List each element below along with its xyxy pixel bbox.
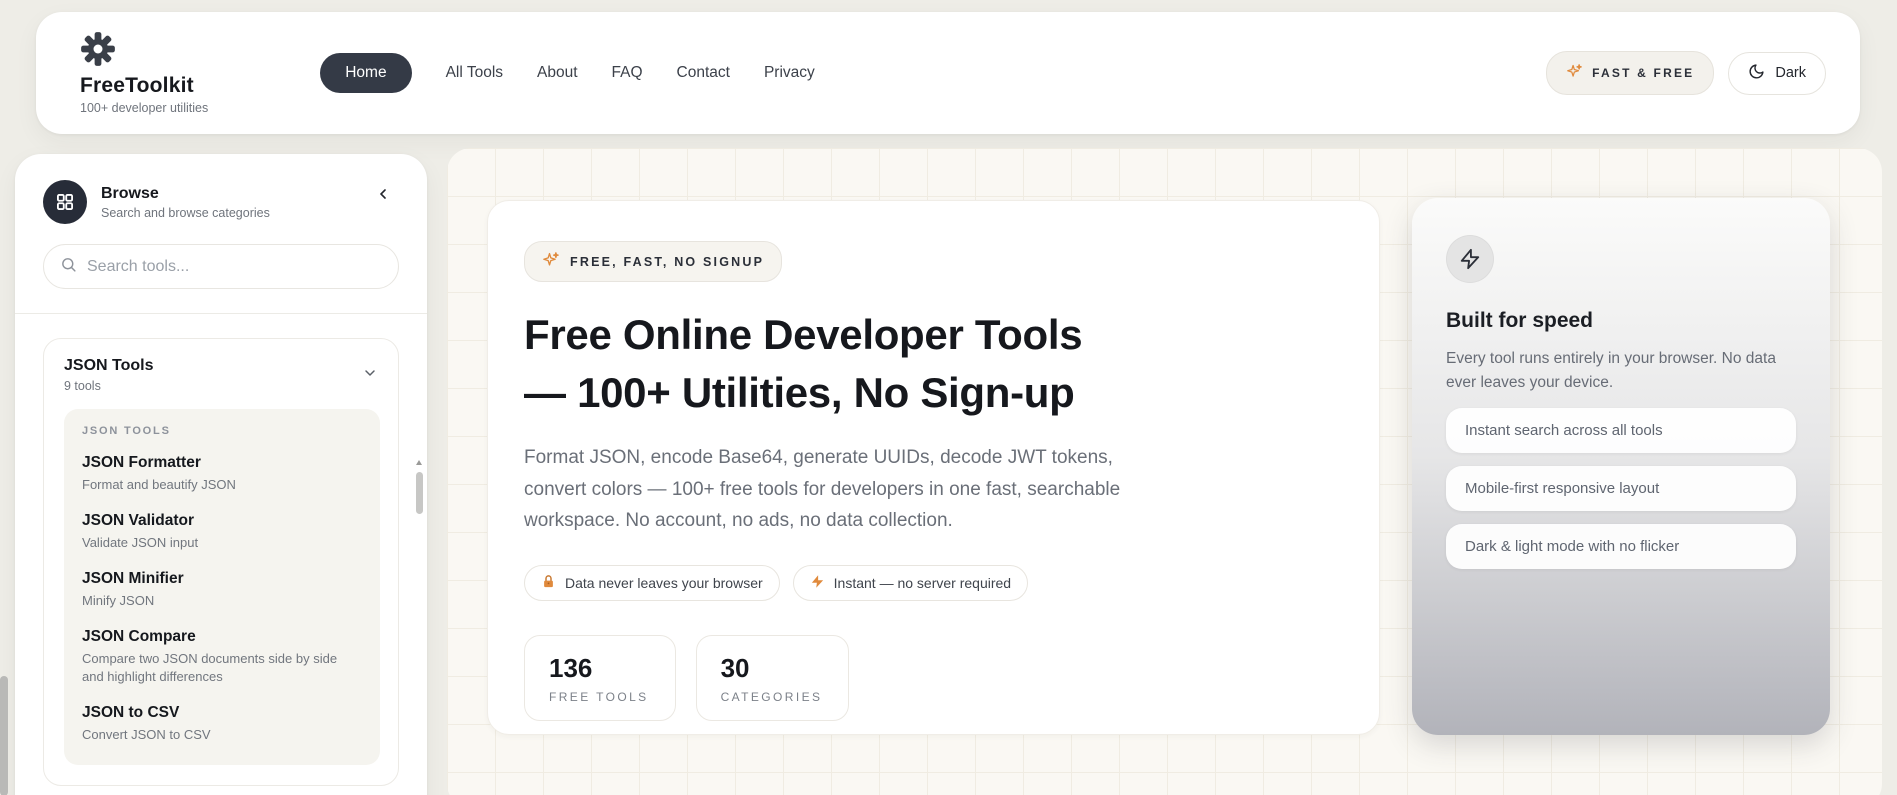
tool-group-label: JSON TOOLS [82, 425, 362, 437]
app-header: FreeToolkit 100+ developer utilities Hom… [36, 12, 1860, 134]
sparkles-icon [1566, 63, 1583, 83]
bolt-icon [810, 574, 825, 592]
window-scrollbar-thumb[interactable] [0, 676, 8, 795]
category-header[interactable]: JSON Tools 9 tools [64, 357, 380, 393]
theme-toggle-label: Dark [1775, 65, 1806, 81]
tool-item-json-to-csv[interactable]: JSON to CSV Convert JSON to CSV [82, 704, 362, 745]
tool-item-json-compare[interactable]: JSON Compare Compare two JSON documents … [82, 628, 362, 688]
hero-card: FREE, FAST, NO SIGNUP Free Online Develo… [487, 200, 1380, 735]
feature-mobile-first: Mobile-first responsive layout [1446, 466, 1796, 511]
category-count: 9 tools [64, 379, 154, 393]
page-title: Free Online Developer Tools — 100+ Utili… [524, 306, 1335, 422]
browse-subtitle: Search and browse categories [101, 206, 270, 220]
brand-name: FreeToolkit [80, 74, 208, 98]
speed-card-description: Every tool runs entirely in your browser… [1446, 347, 1791, 395]
tool-group-panel: JSON TOOLS JSON Formatter Format and bea… [64, 409, 380, 765]
speed-card-title: Built for speed [1446, 309, 1792, 333]
tool-item-json-formatter[interactable]: JSON Formatter Format and beautify JSON [82, 454, 362, 495]
browse-header: Browse Search and browse categories [43, 180, 399, 224]
chevron-down-icon [362, 365, 378, 386]
gear-icon [80, 31, 208, 72]
moon-icon [1748, 63, 1765, 84]
fast-free-label: FAST & FREE [1592, 66, 1694, 80]
main-nav: Home All Tools About FAQ Contact Privacy [320, 53, 815, 93]
feature-instant-search: Instant search across all tools [1446, 408, 1796, 453]
sidebar: Browse Search and browse categories JSON… [15, 154, 427, 795]
tool-item-json-minifier[interactable]: JSON Minifier Minify JSON [82, 570, 362, 611]
lightning-icon [1446, 235, 1494, 283]
feature-dark-light-mode: Dark & light mode with no flicker [1446, 524, 1796, 569]
hero-badge: FREE, FAST, NO SIGNUP [524, 241, 782, 282]
nav-all-tools[interactable]: All Tools [446, 64, 503, 82]
privacy-pill: Data never leaves your browser [524, 565, 780, 601]
browse-title: Browse [101, 185, 270, 203]
sparkles-icon [542, 251, 560, 272]
stat-categories: 30 CATEGORIES [696, 635, 850, 721]
scrollbar-thumb[interactable] [416, 472, 423, 514]
tool-item-json-validator[interactable]: JSON Validator Validate JSON input [82, 512, 362, 553]
fast-free-badge: FAST & FREE [1546, 51, 1714, 95]
lock-icon [541, 574, 556, 592]
brand-tagline: 100+ developer utilities [80, 101, 208, 115]
search-icon [60, 256, 77, 278]
sidebar-scrollbar[interactable] [415, 462, 424, 792]
theme-toggle-button[interactable]: Dark [1728, 52, 1826, 95]
grid-icon [43, 180, 87, 224]
instant-pill: Instant — no server required [793, 565, 1028, 601]
built-for-speed-card: Built for speed Every tool runs entirely… [1412, 198, 1830, 735]
nav-about[interactable]: About [537, 64, 578, 82]
search-input[interactable] [87, 258, 382, 276]
stat-free-tools: 136 FREE TOOLS [524, 635, 676, 721]
nav-faq[interactable]: FAQ [612, 64, 643, 82]
divider [15, 313, 427, 314]
nav-contact[interactable]: Contact [677, 64, 730, 82]
hero-badge-label: FREE, FAST, NO SIGNUP [570, 255, 764, 269]
nav-privacy[interactable]: Privacy [764, 64, 815, 82]
brand[interactable]: FreeToolkit 100+ developer utilities [80, 31, 208, 115]
nav-home[interactable]: Home [320, 53, 411, 93]
category-title: JSON Tools [64, 357, 154, 375]
hero-description: Format JSON, encode Base64, generate UUI… [524, 442, 1174, 537]
category-json-tools: JSON Tools 9 tools JSON TOOLS JSON Forma… [43, 338, 399, 786]
tool-search[interactable] [43, 244, 399, 289]
collapse-sidebar-button[interactable] [375, 186, 391, 207]
scrollbar-up-arrow[interactable] [416, 460, 422, 465]
